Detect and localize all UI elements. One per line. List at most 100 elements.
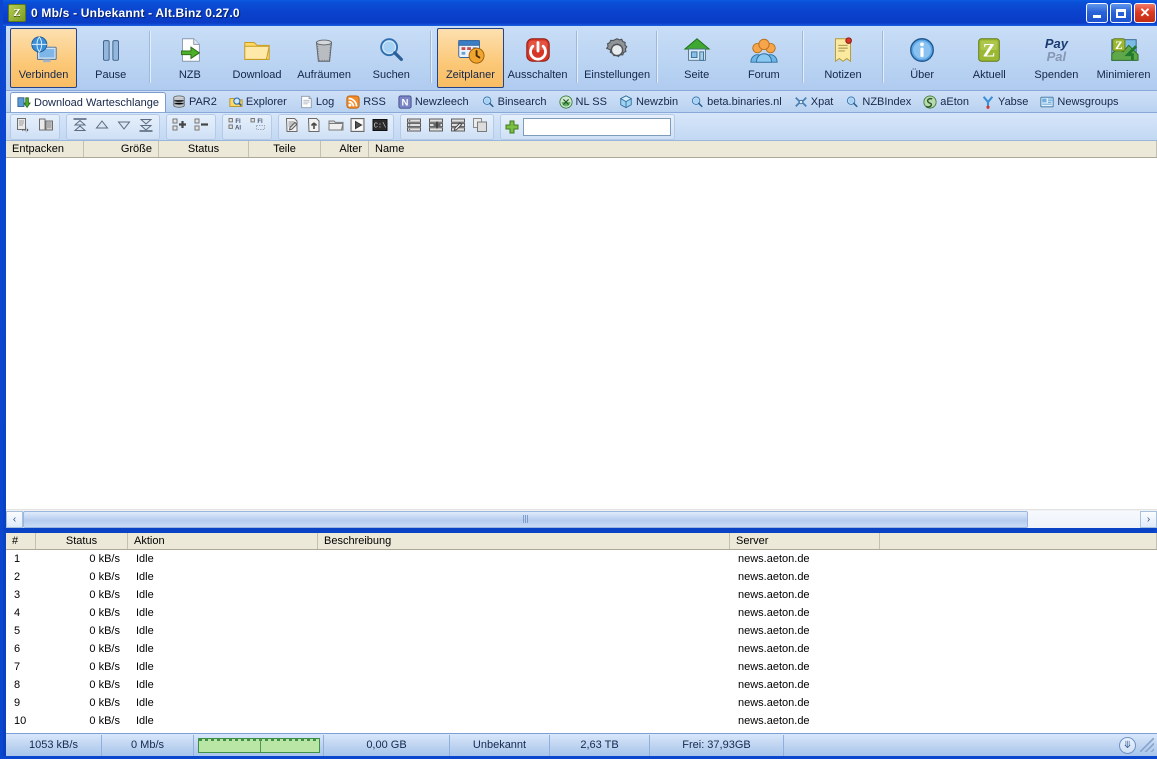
toolbar-button-aufr-umen[interactable]: Aufräumen (291, 28, 358, 88)
scroll-thumb[interactable] (23, 510, 1028, 528)
console-button[interactable]: C:\ (369, 117, 391, 137)
tab-par2[interactable]: PAR2 (166, 91, 223, 112)
server-column-server[interactable]: Server (730, 533, 880, 549)
server-row[interactable]: 7 0 kB/s Idle news.aeton.de (6, 658, 1157, 676)
toolbar-button-suchen[interactable]: Suchen (358, 28, 425, 88)
toolbar-button-spenden[interactable]: Pay Pal Spenden (1023, 28, 1090, 88)
export-list-button[interactable] (35, 117, 57, 137)
tab-newzbin[interactable]: Newzbin (613, 91, 684, 112)
toolbar-button-einstellungen[interactable]: Einstellungen (583, 28, 651, 88)
server-copy-button[interactable] (469, 117, 491, 137)
toolbar-button-zeitplaner[interactable]: Zeitplaner (436, 28, 504, 88)
server-row[interactable]: 4 0 kB/s Idle news.aeton.de (6, 604, 1157, 622)
close-button[interactable]: ✕ (1134, 3, 1156, 23)
queue-column-status[interactable]: Status (159, 141, 249, 157)
chevron-circle-icon[interactable]: ⤋ (1119, 736, 1136, 754)
server-icon (406, 117, 422, 136)
scroll-track[interactable] (23, 510, 1140, 528)
toolbar-button-forum[interactable]: Forum (730, 28, 797, 88)
toolbar-button--ber[interactable]: Über (889, 28, 956, 88)
tab-log[interactable]: Log (293, 91, 340, 112)
resize-grip-icon[interactable] (1140, 738, 1154, 752)
properties-button[interactable] (281, 117, 303, 137)
server-column-header[interactable]: # Status Aktion Beschreibung Server (6, 533, 1157, 550)
tab-xpat[interactable]: Xpat (788, 91, 840, 112)
search-group (500, 113, 675, 140)
tab-nzbindex[interactable]: NZBIndex (839, 91, 917, 112)
move-down-button[interactable] (113, 117, 135, 137)
server-add-button[interactable] (425, 117, 447, 137)
server-row[interactable]: 3 0 kB/s Idle news.aeton.de (6, 586, 1157, 604)
server-row[interactable]: 9 0 kB/s Idle news.aeton.de (6, 694, 1157, 712)
status-panel-total-size: 2,63 TB (550, 734, 650, 756)
queue-list[interactable] (6, 158, 1157, 509)
parent-folder-button[interactable] (303, 117, 325, 137)
import-list-button[interactable] (13, 117, 35, 137)
add-plus-icon[interactable] (504, 119, 520, 135)
queue-column-teile[interactable]: Teile (249, 141, 321, 157)
tab-newzleech[interactable]: N Newzleech (392, 91, 475, 112)
tab-nl-ss[interactable]: NL SS (553, 91, 613, 112)
select-none-button[interactable]: Fl (247, 117, 269, 137)
svg-text:Al: Al (235, 126, 241, 132)
remove-item-icon (194, 117, 210, 136)
start-button[interactable] (347, 117, 369, 137)
tab-rss[interactable]: RSS (340, 91, 392, 112)
toolbar-button-label: Seite (684, 69, 710, 81)
minimize-button[interactable] (1086, 3, 1108, 23)
server-column-aktion[interactable]: Aktion (128, 533, 318, 549)
server-list[interactable]: 1 0 kB/s Idle news.aeton.de 2 0 kB/s Idle news.… (6, 550, 1157, 733)
remove-item-button[interactable] (191, 117, 213, 137)
server-button[interactable] (403, 117, 425, 137)
title-bar[interactable]: Z 0 Mb/s - Unbekannt - Alt.Binz 0.27.0 ✕ (3, 0, 1157, 26)
search-input[interactable] (523, 117, 671, 136)
tab-beta-binaries-nl[interactable]: beta.binaries.nl (684, 91, 788, 112)
tab-yabse[interactable]: Yabse (975, 91, 1034, 112)
tab-newsgroups[interactable]: Newsgroups (1034, 91, 1124, 112)
queue-column-name[interactable]: Name (369, 141, 1157, 157)
server-row[interactable]: 5 0 kB/s Idle news.aeton.de (6, 622, 1157, 640)
server-column-beschreibung[interactable]: Beschreibung (318, 533, 730, 549)
queue-column-gr-e[interactable]: Größe (84, 141, 159, 157)
select-all-button[interactable]: Fl Al (225, 117, 247, 137)
move-top-icon (72, 117, 88, 136)
tab-binsearch[interactable]: Binsearch (475, 91, 553, 112)
toolbar-button-nzb[interactable]: NZB (156, 28, 223, 88)
toolbar-button-minimieren[interactable]: Z Minimieren (1090, 28, 1157, 88)
server-column-blank[interactable] (880, 533, 1157, 549)
queue-column-alter[interactable]: Alter (321, 141, 369, 157)
scroll-right-arrow-icon[interactable]: › (1140, 510, 1157, 528)
horizontal-scrollbar[interactable]: ‹ › (6, 509, 1157, 528)
server-edit-button[interactable] (447, 117, 469, 137)
server-column-number[interactable]: # (6, 533, 36, 549)
tab-aeton[interactable]: aEton (917, 91, 975, 112)
server-row[interactable]: 10 0 kB/s Idle news.aeton.de (6, 712, 1157, 730)
toolbar-button-seite[interactable]: Seite (663, 28, 730, 88)
server-row-status: 0 kB/s (89, 589, 120, 601)
magnifier-icon (690, 95, 704, 109)
add-item-button[interactable] (169, 117, 191, 137)
server-row[interactable]: 6 0 kB/s Idle news.aeton.de (6, 640, 1157, 658)
server-row[interactable]: 2 0 kB/s Idle news.aeton.de (6, 568, 1157, 586)
toolbar-button-ausschalten[interactable]: Ausschalten (504, 28, 571, 88)
queue-column-header[interactable]: Entpacken Größe Status Teile Alter Name (6, 141, 1157, 158)
toolbar-button-download[interactable]: Download (223, 28, 290, 88)
toolbar-button-aktuell[interactable]: Z Aktuell (956, 28, 1023, 88)
move-to-top-button[interactable] (69, 117, 91, 137)
server-column-status[interactable]: Status (36, 533, 128, 549)
toolbar-button-verbinden[interactable]: Verbinden (10, 28, 78, 88)
toolbar-button-pause[interactable]: Pause (77, 28, 144, 88)
move-to-bottom-button[interactable] (135, 117, 157, 137)
maximize-button[interactable] (1110, 3, 1132, 23)
scroll-left-arrow-icon[interactable]: ‹ (6, 510, 23, 528)
tab-explorer[interactable]: Explorer (223, 91, 293, 112)
server-row[interactable]: 8 0 kB/s Idle news.aeton.de (6, 676, 1157, 694)
server-row[interactable]: 1 0 kB/s Idle news.aeton.de (6, 550, 1157, 568)
move-up-button[interactable] (91, 117, 113, 137)
tab-download-warteschlange[interactable]: Download Warteschlange (10, 92, 166, 112)
open-folder-button[interactable] (325, 117, 347, 137)
toolbar-button-notizen[interactable]: Notizen (809, 28, 876, 88)
queue-column-entpacken[interactable]: Entpacken (6, 141, 84, 157)
status-panel-eta: Unbekannt (450, 734, 550, 756)
server-row-number: 6 (14, 643, 21, 655)
